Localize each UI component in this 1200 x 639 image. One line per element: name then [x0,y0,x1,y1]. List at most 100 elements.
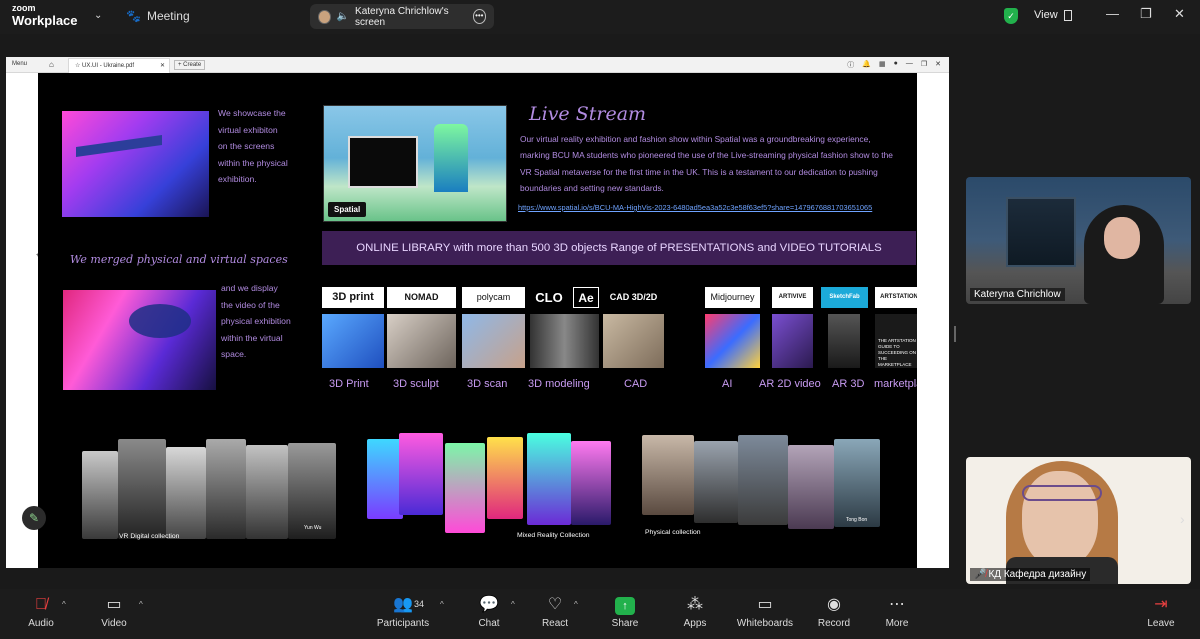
close-tab-icon[interactable]: ✕ [160,62,165,69]
participant-nameplate: 🎤̸ КД Кафедра дизайну [970,568,1091,581]
video-tile-kateryna[interactable]: Kateryna Chrichlow [966,177,1191,304]
meeting-toolbar: 🎙̸ Audio ^ ▭ Video ^ 👥 Participants 34 ^… [0,589,1200,639]
leave-label: Leave [1147,618,1175,629]
figure [118,439,166,539]
video-label: Video [101,618,127,629]
figure-name: Tong Bon [846,517,868,523]
virtual-stage [348,136,418,188]
virtual-tower [434,124,468,192]
more-button[interactable]: ⋯ More [865,595,929,629]
participants-count: 34 [414,599,425,609]
home-icon[interactable]: ⌂ [49,60,54,69]
tool-label-3d-print: 3D Print [329,378,369,390]
annotate-pen-icon[interactable]: ✎ [22,506,46,530]
figure [206,439,246,539]
brand-top: zoom [12,3,36,13]
tool-label-3d-scan: 3D scan [467,378,508,390]
viewer-close-icon[interactable]: ✕ [935,60,941,70]
screen-share-label: Kateryna Chrichlow's screen [355,5,449,28]
chat-label: Chat [478,618,500,629]
record-button[interactable]: ◉ Record [802,595,866,629]
minimize-button[interactable]: — [1106,6,1119,21]
profile-icon[interactable]: ● [894,60,898,70]
video-button[interactable]: ▭ Video [82,595,146,629]
whiteboards-button[interactable]: ▭ Whiteboards [733,595,797,629]
viewer-menu-button[interactable]: Menu [12,61,27,67]
thumb-3d-scan [462,314,525,368]
meeting-label: Meeting [146,9,190,23]
speaker-icon: 🔈 [336,11,350,22]
meeting-info-button[interactable]: 🐾 Meeting [126,9,190,23]
presenter-avatar [318,9,331,24]
video-caret-icon[interactable]: ^ [139,600,143,609]
more-label: More [885,618,909,629]
pdf-tab[interactable]: ☆ UX.UI - Ukraine.pdf ✕ [68,58,170,73]
apps-button[interactable]: ⁂ Apps [663,595,727,629]
figure [642,435,694,515]
merged-spaces-text: and we display the video of the physical… [221,283,291,360]
tool-label-cad: CAD [624,378,648,390]
thumb-ai [705,314,760,368]
merged-spaces-title: We merged physical and virtual spaces [70,253,288,266]
view-layout-icon[interactable] [1064,10,1072,21]
viewer-restore-icon[interactable]: ❐ [921,60,927,70]
participant-face [1104,217,1140,259]
virtual-exhibition-image [62,111,209,217]
tool-label-ai: AI [722,378,733,390]
online-library-banner: ONLINE LIBRARY with more than 500 3D obj… [322,231,916,265]
star-icon[interactable]: ☆ [75,63,82,69]
participants-caret-icon[interactable]: ^ [440,600,444,609]
react-caret-icon[interactable]: ^ [574,600,578,609]
figure-name: Yun Wu [304,525,322,531]
panel-splitter-handle[interactable] [954,326,956,342]
figure [694,441,738,523]
pdf-tab-title: UX.UI - Ukraine.pdf [82,63,135,69]
close-window-button[interactable]: ✕ [1174,6,1185,22]
logo-artstation: ARTSTATION [875,287,917,308]
logo-clo: CLO [530,287,568,308]
share-icon: ↑ [593,595,657,615]
tool-label-3d-modeling: 3D modeling [528,378,590,390]
tools-grid: 3D print NOMAD polycam CLO Ae CAD 3D/2D … [320,287,917,407]
logo-after-effects: Ae [573,287,599,308]
chevron-right-icon[interactable]: › [1180,511,1185,527]
thumb-3d-modeling [530,314,599,368]
viewer-window-controls: ⓘ 🔔 ▦ ● — ❐ ✕ [847,60,941,70]
create-button[interactable]: + Create [174,60,206,70]
audio-label: Audio [28,618,54,629]
restore-button[interactable]: ❐ [1140,6,1152,22]
screen-share-indicator[interactable]: 🔈 Kateryna Chrichlow's screen ••• [310,4,494,29]
participants-button[interactable]: 👥 Participants [371,595,435,629]
whiteboards-label: Whiteboards [736,618,794,629]
apps-icon: ⁂ [687,596,703,613]
leave-button[interactable]: ⇥ Leave [1129,595,1193,629]
chevron-down-icon[interactable]: ⌄ [94,10,102,21]
chat-caret-icon[interactable]: ^ [511,600,515,609]
apps-grid-icon[interactable]: ▦ [879,60,886,70]
info-icon[interactable]: ⓘ [847,60,854,70]
video-tile-kafedra[interactable]: 🎤̸ КД Кафедра дизайну [966,457,1191,584]
audio-caret-icon[interactable]: ^ [62,600,66,609]
figure [82,451,118,539]
thumb-ar-2d-video [772,314,813,368]
viewer-minimize-icon[interactable]: — [906,60,913,70]
more-options-icon[interactable]: ••• [472,9,486,24]
figure [788,445,834,529]
share-button[interactable]: ↑ Share [593,595,657,629]
figure [445,443,485,533]
thumb-marketplace: THE ARTSTATION GUIDE TO SUCCEEDING ON TH… [875,314,917,368]
collection-caption-mixed: Mixed Reality Collection [517,532,590,539]
merged-spaces-image [63,290,216,390]
security-shield-icon[interactable]: ✓ [1004,8,1018,24]
view-button[interactable]: View [1034,9,1058,21]
spatial-link[interactable]: https://www.spatial.io/s/BCU-MA-HighVis-… [518,203,872,212]
bell-icon[interactable]: 🔔 [862,60,871,70]
zoom-workplace-logo[interactable]: zoom Workplace [12,3,78,28]
spatial-badge: Spatial [328,202,367,217]
live-stream-text: Our virtual reality exhibition and fashi… [520,134,893,194]
more-icon: ⋯ [889,596,905,613]
tool-label-3d-sculpt: 3D sculpt [393,378,439,390]
figure [571,441,611,525]
participant-glasses [1022,485,1102,501]
muted-mic-icon: 🎤̸ [974,569,987,580]
